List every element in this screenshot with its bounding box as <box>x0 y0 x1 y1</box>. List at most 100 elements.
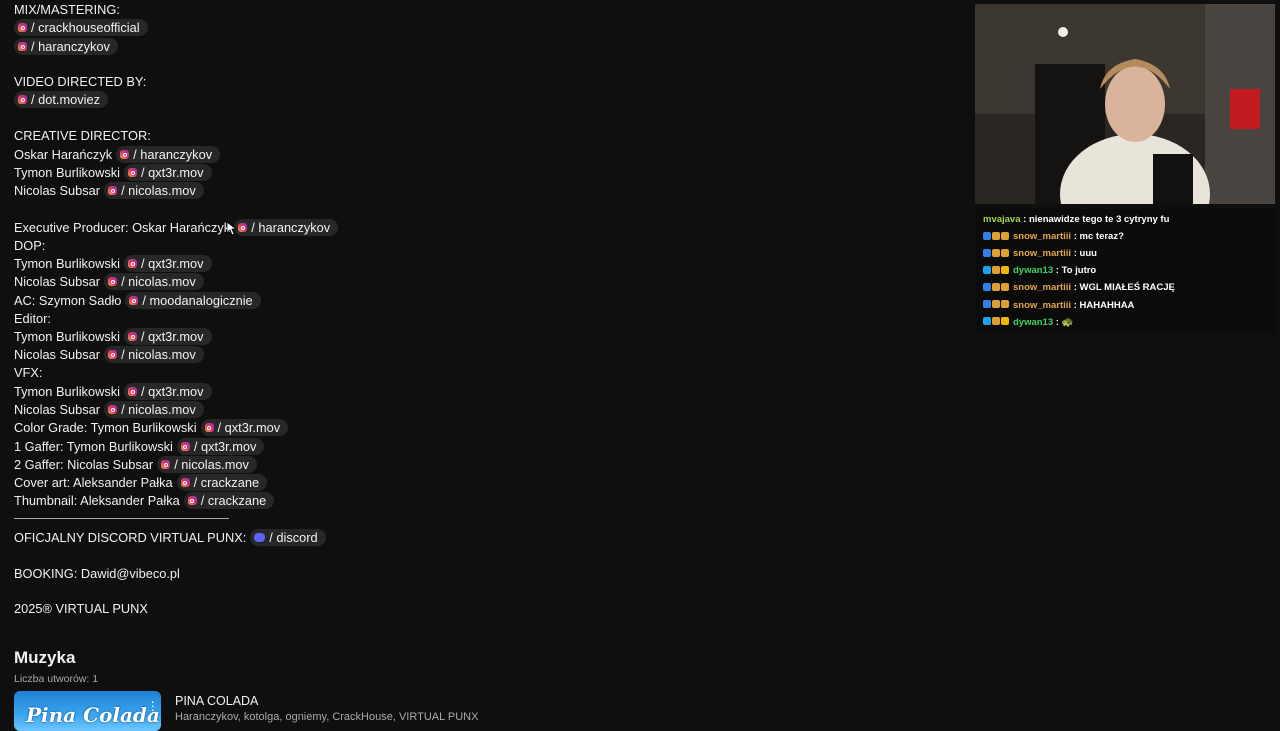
chat-message: dywan13 : To jutro <box>983 262 1096 279</box>
instagram-icon <box>108 350 118 359</box>
description-line: Tymon Burlikowski / qxt3r.mov <box>14 328 212 346</box>
chat-separator: : <box>1020 214 1029 225</box>
social-link-chip[interactable]: / dot.moviez <box>14 91 108 108</box>
social-link-chip[interactable]: / haranczykov <box>234 219 339 236</box>
description-line: Color Grade: Tymon Burlikowski / qxt3r.mo… <box>14 419 289 437</box>
description-line: Editor: <box>14 310 51 328</box>
description-line: Tymon Burlikowski / qxt3r.mov <box>14 164 212 182</box>
instagram-icon <box>187 496 197 505</box>
instagram-icon <box>161 460 171 469</box>
description-line: 2025® VIRTUAL PUNX <box>14 600 148 618</box>
chat-username: dywan13 <box>1013 316 1054 328</box>
track-thumbnail[interactable]: Pina Colada · · · <box>14 691 161 731</box>
social-link-chip[interactable]: / nicolas.mov <box>104 273 204 290</box>
social-link-chip[interactable]: / crackhouseofficial <box>14 19 148 36</box>
instagram-icon <box>120 150 130 159</box>
social-link-chip[interactable]: / nicolas.mov <box>104 401 204 418</box>
social-link-chip[interactable]: / moodanalogicznie <box>125 292 261 309</box>
description-line: Nicolas Subsar / nicolas.mov <box>14 346 204 364</box>
instagram-icon <box>204 423 214 432</box>
social-link-label: / nicolas.mov <box>121 401 196 417</box>
description-text: Tymon Burlikowski <box>14 329 120 344</box>
social-link-chip[interactable]: / nicolas.mov <box>157 456 257 473</box>
chat-badge-icon <box>992 248 1000 257</box>
instagram-icon <box>108 405 118 414</box>
social-link-label: / qxt3r.mov <box>140 328 204 344</box>
chat-badge-icon <box>983 265 991 274</box>
description-line: / haranczykov <box>14 38 118 56</box>
social-link-chip[interactable]: / haranczykov <box>14 38 118 55</box>
social-link-chip[interactable]: / qxt3r.mov <box>123 383 212 400</box>
description-line: DOP: <box>14 237 45 255</box>
social-link-label: / dot.moviez <box>31 91 100 107</box>
description-text: Cover art: Aleksander Pałka <box>14 475 173 490</box>
chat-message: snow_martiii : HAHAHHAA <box>983 297 1134 314</box>
description-text: DOP: <box>14 238 46 253</box>
social-link-chip[interactable]: / qxt3r.mov <box>123 164 212 181</box>
description-text: Tymon Burlikowski <box>14 384 120 399</box>
social-link-label: / qxt3r.mov <box>193 438 257 454</box>
chat-badge-icon <box>992 282 1000 291</box>
social-link-chip[interactable]: / crackzane <box>176 474 268 491</box>
social-link-chip[interactable]: / qxt3r.mov <box>176 438 265 455</box>
description-line: 1 Gaffer: Tymon Burlikowski / qxt3r.mov <box>14 438 265 456</box>
chat-username: snow_martiii <box>1013 231 1072 243</box>
instagram-icon <box>129 296 139 305</box>
description-text: Oskar Harańczyk <box>14 147 113 162</box>
description-line: MIX/MASTERING: <box>14 1 120 19</box>
instagram-icon <box>180 478 190 487</box>
description-line: OFICJALNY DISCORD VIRTUAL PUNX: / discord <box>14 529 326 547</box>
social-link-label: / haranczykov <box>251 219 331 235</box>
description-text: Executive Producer: Oskar Harańczyk <box>14 220 231 235</box>
description-text: 1 Gaffer: Tymon Burlikowski <box>14 439 173 454</box>
description-line: Cover art: Aleksander Pałka / crackzane <box>14 474 268 492</box>
chat-badge-icon <box>983 317 991 326</box>
social-link-label: / qxt3r.mov <box>217 419 281 435</box>
description-line: Nicolas Subsar / nicolas.mov <box>14 182 204 200</box>
description-text: CREATIVE DIRECTOR: <box>14 128 151 143</box>
social-link-label: / moodanalogicznie <box>142 292 253 308</box>
description-text: Nicolas Subsar <box>14 402 101 417</box>
description-line: / crackhouseofficial <box>14 19 148 37</box>
instagram-icon <box>127 168 137 177</box>
chat-username: snow_martiii <box>1013 282 1072 294</box>
description-line: AC: Szymon Sadło / moodanalogicznie <box>14 292 261 310</box>
more-options-icon[interactable]: · · · <box>150 694 155 716</box>
description-line: Oskar Harańczyk / haranczykov <box>14 146 221 164</box>
chat-separator: : <box>1071 282 1080 294</box>
description-text: Tymon Burlikowski <box>14 165 120 180</box>
chat-username: snow_martiii <box>1013 299 1072 311</box>
chat-badge-icon <box>1001 231 1009 240</box>
instagram-icon <box>127 259 137 268</box>
chat-username: snow_martiii <box>1013 248 1072 260</box>
chat-badge-icon <box>983 282 991 291</box>
social-link-chip[interactable]: / qxt3r.mov <box>123 255 212 272</box>
chat-badge-icon <box>983 248 991 257</box>
chat-badge-icon <box>983 231 991 240</box>
social-link-label: / nicolas.mov <box>121 273 196 289</box>
social-link-chip[interactable]: / qxt3r.mov <box>123 328 212 345</box>
description-line: / dot.moviez <box>14 91 108 109</box>
social-link-chip[interactable]: / qxt3r.mov <box>200 419 289 436</box>
track-title[interactable]: PINA COLADA <box>175 694 258 708</box>
chat-badge-icon <box>1001 299 1009 308</box>
instagram-icon <box>180 442 190 451</box>
social-link-chip[interactable]: / discord <box>250 529 326 546</box>
description-line: Thumbnail: Aleksander Pałka / crackzane <box>14 492 275 510</box>
social-link-chip[interactable]: / crackzane <box>183 492 275 509</box>
instagram-icon <box>108 277 118 286</box>
stream-chat-overlay: mvajava : nienawidze tego te 3 cytryny f… <box>975 209 1275 332</box>
description-line: 2 Gaffer: Nicolas Subsar / nicolas.mov <box>14 456 257 474</box>
social-link-chip[interactable]: / haranczykov <box>116 146 221 163</box>
chat-username: dywan13 <box>1013 265 1054 277</box>
chat-message: snow_martiii : mc teraz? <box>983 228 1124 245</box>
social-link-label: / crackzane <box>193 474 260 490</box>
chat-badge-icon <box>1001 248 1009 257</box>
chat-separator: : <box>1053 316 1062 328</box>
chat-separator: : <box>1053 265 1062 277</box>
chat-text: 🐢 <box>1061 316 1074 328</box>
social-link-chip[interactable]: / nicolas.mov <box>104 182 204 199</box>
chat-message: mvajava : nienawidze tego te 3 cytryny f… <box>983 211 1169 228</box>
social-link-chip[interactable]: / nicolas.mov <box>104 346 204 363</box>
social-link-label: / discord <box>269 529 318 545</box>
